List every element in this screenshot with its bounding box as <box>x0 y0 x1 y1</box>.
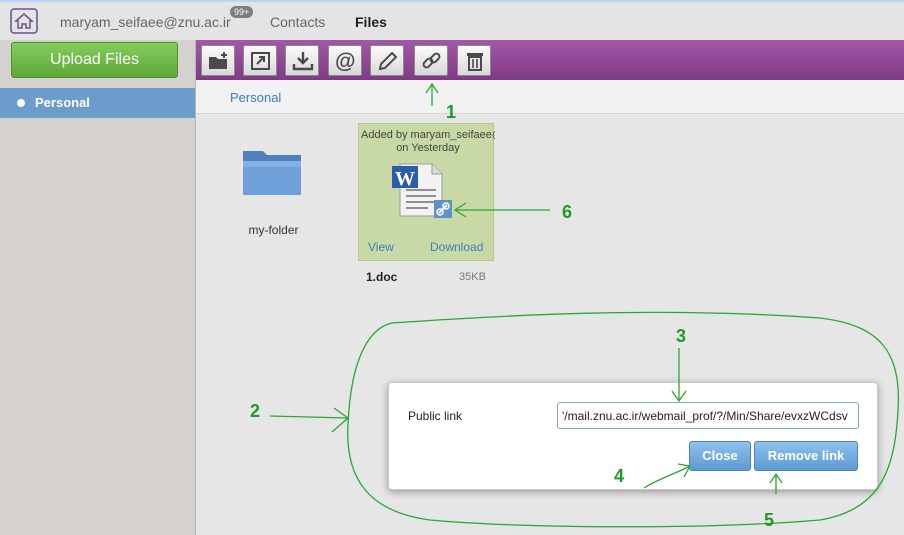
public-link-button[interactable] <box>414 45 448 76</box>
folder-name[interactable]: my-folder <box>226 223 321 237</box>
sidebar-item-label: Personal <box>35 95 90 110</box>
delete-button[interactable] <box>457 45 491 76</box>
rename-icon <box>378 51 398 71</box>
file-added-date: on Yesterday <box>396 142 460 154</box>
account-email[interactable]: maryam_seifaee@znu.ac.ir <box>60 14 231 30</box>
breadcrumb-personal[interactable]: Personal <box>230 90 281 105</box>
breadcrumb-bar: Personal <box>196 80 904 114</box>
svg-text:@: @ <box>335 50 355 72</box>
new-folder-icon <box>209 52 227 69</box>
file-toolbar: @ <box>196 40 904 80</box>
annotation-label-4: 4 <box>614 466 625 486</box>
word-document-icon: W <box>392 163 452 218</box>
delete-icon <box>467 53 483 71</box>
remove-link-button[interactable]: Remove link <box>754 441 858 471</box>
download-icon <box>292 52 314 71</box>
sidebar: Upload Files Personal <box>0 40 195 535</box>
file-size: 35KB <box>459 271 486 283</box>
link-icon <box>422 52 441 69</box>
annotation-label-5: 5 <box>764 510 775 530</box>
sidebar-item-personal[interactable]: Personal <box>0 88 195 118</box>
email-button[interactable]: @ <box>328 45 362 76</box>
annotation-label-6: 6 <box>562 202 573 222</box>
new-folder-button[interactable] <box>201 45 235 76</box>
nav-files[interactable]: Files <box>355 14 387 30</box>
open-button[interactable] <box>243 45 277 76</box>
file-added-by: Added by maryam_seifaee@ <box>361 129 495 141</box>
annotation-label-1: 1 <box>446 102 457 122</box>
nav-contacts[interactable]: Contacts <box>270 14 325 30</box>
view-link[interactable]: View <box>368 240 394 254</box>
file-name[interactable]: 1.doc <box>366 270 397 284</box>
top-header: maryam_seifaee@znu.ac.ir 99+ Contacts Fi… <box>0 0 904 40</box>
svg-text:W: W <box>395 168 415 190</box>
folder-icon[interactable] <box>241 145 303 197</box>
public-link-input[interactable] <box>557 402 859 429</box>
upload-files-button[interactable]: Upload Files <box>11 42 178 78</box>
download-link[interactable]: Download <box>430 240 483 254</box>
file-card[interactable]: Added by maryam_seifaee@ on Yesterday W … <box>358 123 495 261</box>
email-icon: @ <box>335 50 355 72</box>
home-logo-icon[interactable] <box>10 8 38 34</box>
public-link-dialog: Public link Close Remove link <box>388 382 878 490</box>
notification-badge: 99+ <box>230 6 254 18</box>
open-icon <box>251 52 270 70</box>
close-button[interactable]: Close <box>689 441 751 471</box>
file-added-info: Added by maryam_seifaee@ on Yesterday <box>359 129 495 155</box>
rename-button[interactable] <box>370 45 404 76</box>
download-button[interactable] <box>285 45 319 76</box>
public-link-label: Public link <box>408 409 463 423</box>
bullet-icon <box>17 99 25 107</box>
annotation-label-2: 2 <box>250 401 261 421</box>
annotation-label-3: 3 <box>676 326 687 346</box>
